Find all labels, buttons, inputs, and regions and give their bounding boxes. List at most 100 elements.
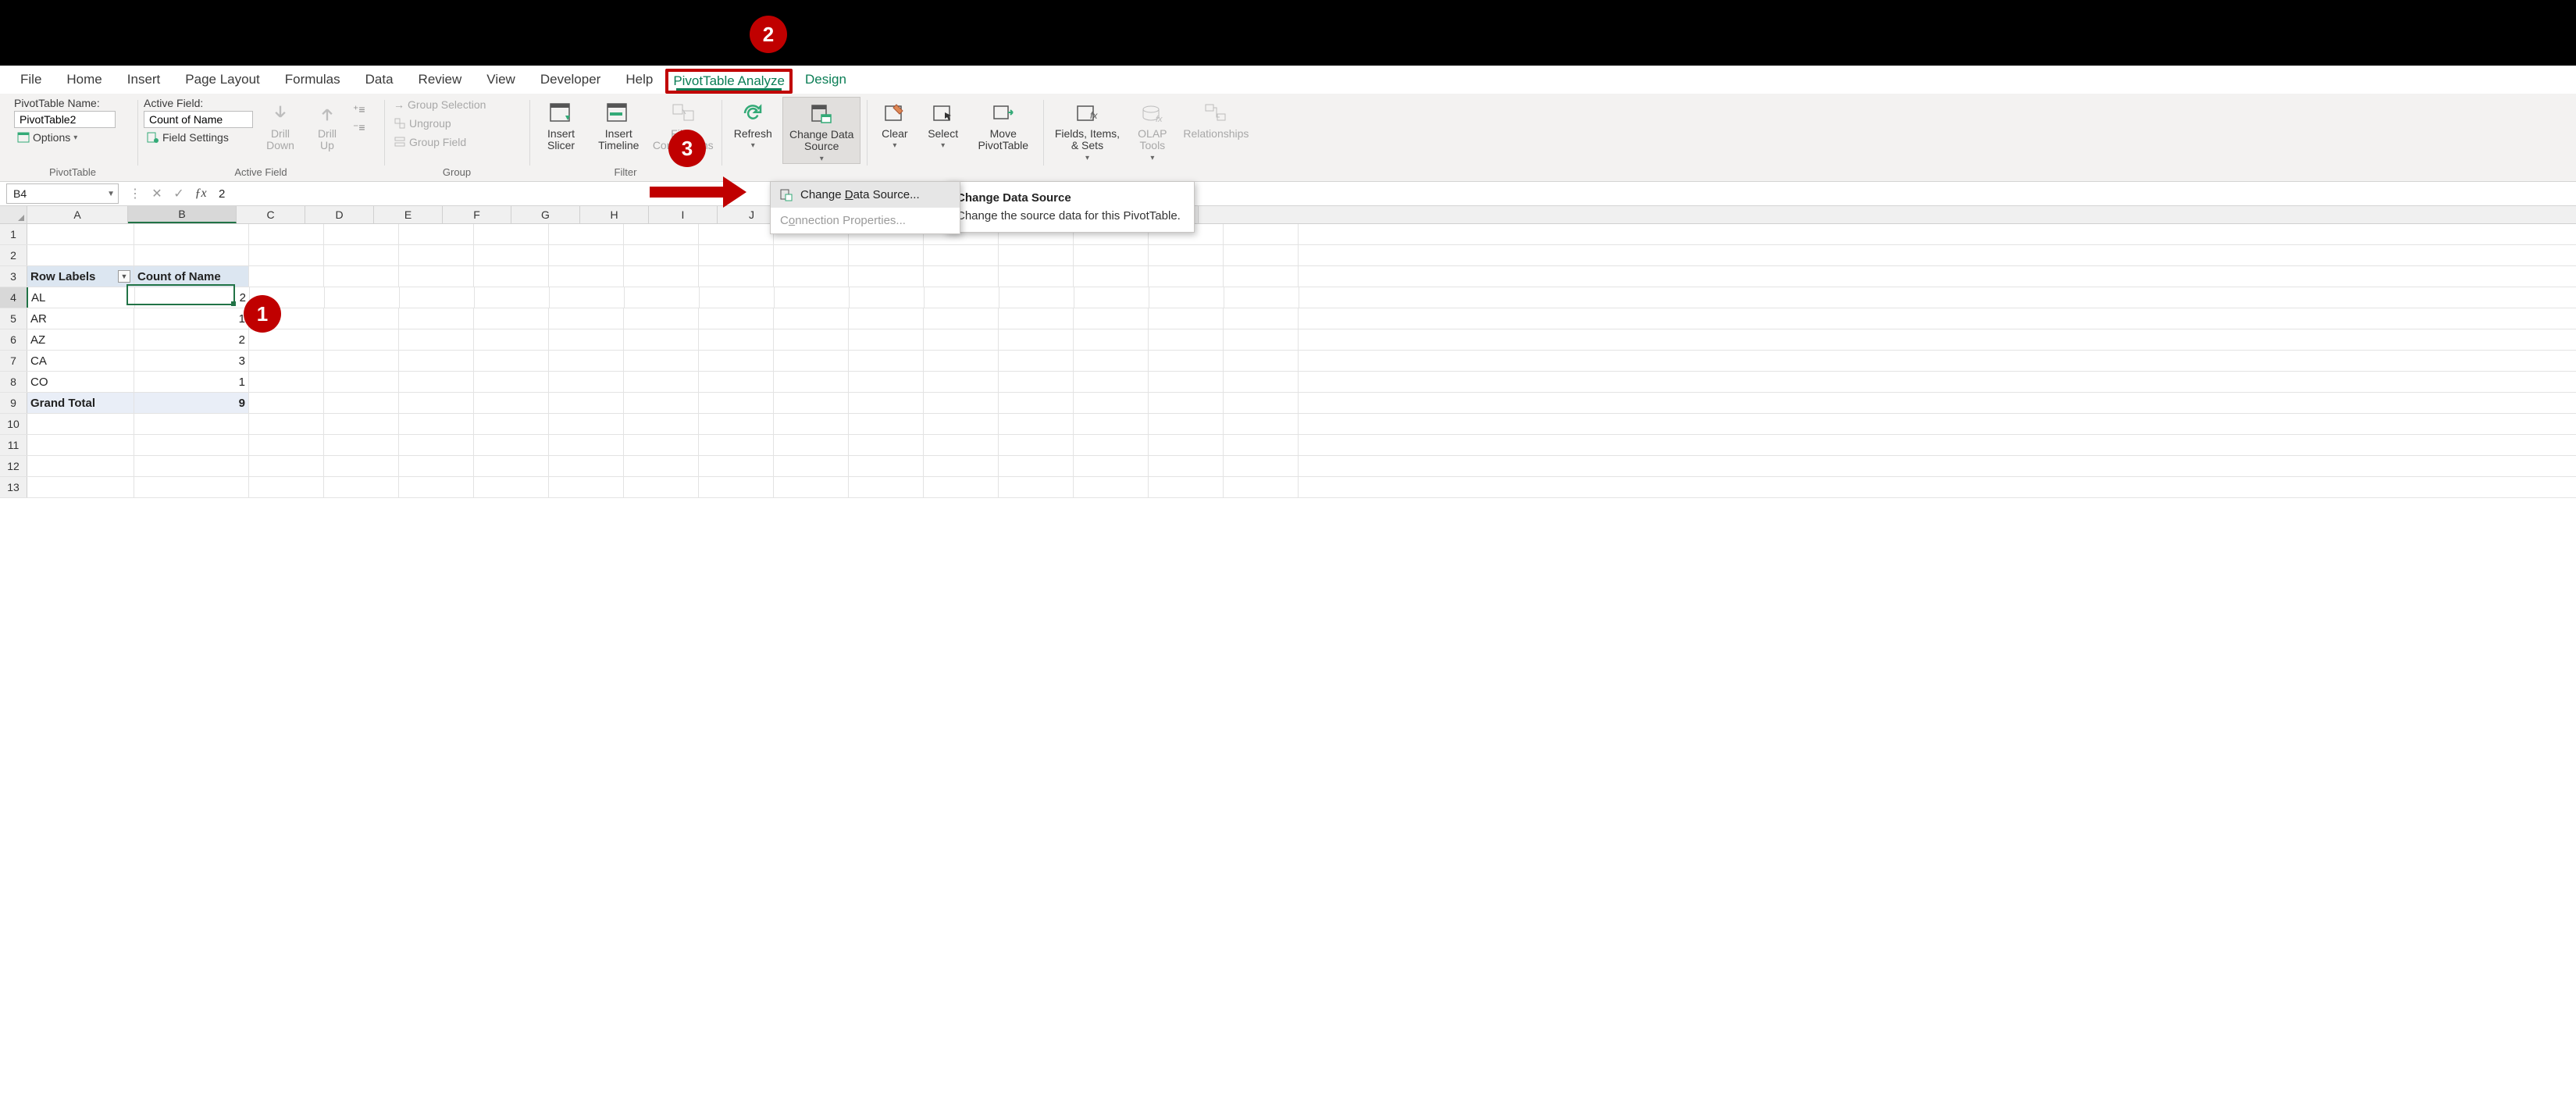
cell[interactable] xyxy=(134,245,249,265)
cell[interactable] xyxy=(1149,329,1224,350)
cell[interactable] xyxy=(249,351,324,371)
cell[interactable] xyxy=(924,329,999,350)
cell[interactable] xyxy=(774,245,849,265)
pivot-row-label[interactable]: AR xyxy=(27,308,134,329)
cell[interactable] xyxy=(625,287,700,308)
pivot-value-header[interactable]: Count of Name xyxy=(134,266,249,287)
cell[interactable] xyxy=(849,308,924,329)
cell[interactable] xyxy=(924,266,999,287)
cell[interactable] xyxy=(1224,308,1299,329)
col-header-H[interactable]: H xyxy=(580,206,649,223)
cell[interactable] xyxy=(1149,287,1224,308)
pivottable-name-input[interactable] xyxy=(14,111,116,128)
cell[interactable] xyxy=(924,245,999,265)
cell[interactable] xyxy=(849,266,924,287)
cell[interactable] xyxy=(849,329,924,350)
col-header-C[interactable]: C xyxy=(237,206,305,223)
cell[interactable] xyxy=(699,477,774,497)
cell[interactable] xyxy=(399,266,474,287)
cell[interactable] xyxy=(1149,266,1224,287)
cell[interactable] xyxy=(849,456,924,476)
cell[interactable] xyxy=(774,456,849,476)
row-header[interactable]: 12 xyxy=(0,456,27,476)
col-header-A[interactable]: A xyxy=(27,206,128,223)
pivot-grand-total-label[interactable]: Grand Total xyxy=(27,393,134,413)
cell[interactable] xyxy=(1224,393,1299,413)
cell[interactable] xyxy=(474,435,549,455)
cell[interactable] xyxy=(324,372,399,392)
cell[interactable] xyxy=(1224,477,1299,497)
insert-timeline-button[interactable]: InsertTimeline xyxy=(591,97,646,152)
cell[interactable] xyxy=(774,414,849,434)
row-header[interactable]: 5 xyxy=(0,308,27,329)
cell[interactable] xyxy=(999,393,1074,413)
cell[interactable] xyxy=(1074,456,1149,476)
cell[interactable] xyxy=(27,224,134,244)
pivot-row-label[interactable]: CO xyxy=(27,372,134,392)
cell[interactable] xyxy=(699,266,774,287)
cell[interactable] xyxy=(849,435,924,455)
cell[interactable] xyxy=(1149,351,1224,371)
cell[interactable] xyxy=(474,308,549,329)
cell[interactable] xyxy=(27,456,134,476)
chevron-down-icon[interactable]: ▼ xyxy=(107,190,115,198)
row-header[interactable]: 2 xyxy=(0,245,27,265)
cell[interactable] xyxy=(999,287,1074,308)
cell[interactable] xyxy=(249,435,324,455)
cell[interactable] xyxy=(1149,477,1224,497)
cell[interactable] xyxy=(1224,287,1299,308)
cell[interactable] xyxy=(474,266,549,287)
cell[interactable] xyxy=(699,393,774,413)
cell[interactable] xyxy=(1224,456,1299,476)
cell[interactable] xyxy=(774,393,849,413)
cell[interactable] xyxy=(775,287,850,308)
cell[interactable] xyxy=(1074,351,1149,371)
tab-insert[interactable]: Insert xyxy=(115,67,173,94)
cell[interactable] xyxy=(999,351,1074,371)
cell[interactable] xyxy=(1074,245,1149,265)
cell[interactable] xyxy=(550,287,625,308)
cell[interactable] xyxy=(624,266,699,287)
cell[interactable] xyxy=(249,372,324,392)
cell[interactable] xyxy=(474,224,549,244)
row-header[interactable]: 8 xyxy=(0,372,27,392)
pivot-row-value[interactable]: 1 xyxy=(134,308,249,329)
cell[interactable] xyxy=(399,477,474,497)
cell[interactable] xyxy=(324,456,399,476)
cell[interactable] xyxy=(1149,245,1224,265)
cell[interactable] xyxy=(399,245,474,265)
cell[interactable] xyxy=(774,266,849,287)
cell[interactable] xyxy=(924,393,999,413)
pivot-row-value[interactable]: 2 xyxy=(135,287,250,308)
refresh-button[interactable]: Refresh ▾ xyxy=(728,97,778,150)
tab-pivottable-analyze[interactable]: PivotTable Analyze xyxy=(665,69,793,94)
cell[interactable] xyxy=(1074,414,1149,434)
cell[interactable] xyxy=(549,351,624,371)
cell[interactable] xyxy=(1224,329,1299,350)
cell[interactable] xyxy=(1149,308,1224,329)
cell[interactable] xyxy=(699,435,774,455)
cell[interactable] xyxy=(999,245,1074,265)
cell[interactable] xyxy=(849,414,924,434)
col-header-E[interactable]: E xyxy=(374,206,443,223)
cell[interactable] xyxy=(925,287,999,308)
cell[interactable] xyxy=(700,287,775,308)
collapse-field-icon[interactable]: ⁻≡ xyxy=(353,121,365,134)
cell[interactable] xyxy=(474,456,549,476)
cell[interactable] xyxy=(399,414,474,434)
cell[interactable] xyxy=(324,266,399,287)
clear-button[interactable]: Clear ▾ xyxy=(873,97,917,150)
row-header[interactable]: 13 xyxy=(0,477,27,497)
cell[interactable] xyxy=(1074,308,1149,329)
cell[interactable] xyxy=(324,393,399,413)
row-header[interactable]: 1 xyxy=(0,224,27,244)
cell[interactable] xyxy=(399,456,474,476)
cell[interactable] xyxy=(1074,435,1149,455)
cell[interactable] xyxy=(399,224,474,244)
row-header[interactable]: 3 xyxy=(0,266,27,287)
formula-input[interactable]: 2 xyxy=(211,187,2576,201)
cell[interactable] xyxy=(999,308,1074,329)
cell[interactable] xyxy=(999,414,1074,434)
cell[interactable] xyxy=(324,477,399,497)
row-header[interactable]: 11 xyxy=(0,435,27,455)
